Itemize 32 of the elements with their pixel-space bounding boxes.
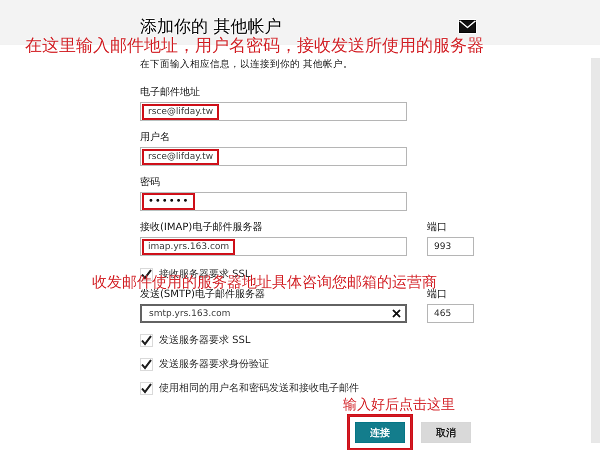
checkbox[interactable] [140, 382, 153, 394]
field-label: 发送(SMTP)电子邮件服务器 [140, 288, 266, 302]
highlighted-value: rsce@lifday.tw [142, 104, 220, 120]
checkbox[interactable] [140, 334, 153, 346]
port-field[interactable]: 993 [427, 237, 474, 256]
text-field[interactable]: rsce@lifday.tw [140, 102, 407, 121]
port-label: 端口 [427, 221, 448, 235]
text-field[interactable]: •••••• [140, 192, 407, 211]
port-label: 端口 [427, 288, 448, 302]
highlighted-value: •••••• [142, 193, 196, 210]
connect-button[interactable]: 连接 [355, 422, 405, 443]
mail-icon [459, 20, 476, 33]
annotation-text: 输入好后点击这里 [343, 398, 455, 412]
field-label: 用户名 [140, 131, 171, 145]
port-field[interactable]: 465 [427, 304, 474, 323]
checkbox-label: 发送服务器要求身份验证 [159, 358, 269, 371]
field-label: 电子邮件地址 [140, 86, 201, 100]
cancel-button[interactable]: 取消 [421, 422, 471, 443]
text-field[interactable]: smtp.yrs.163.com [140, 304, 407, 323]
field-value: smtp.yrs.163.com [148, 308, 232, 320]
highlighted-value: rsce@lifday.tw [142, 148, 220, 164]
highlighted-value: imap.yrs.163.com [142, 238, 236, 254]
page-title: 添加你的 其他帐户 [140, 17, 282, 37]
annotation-text: 在这里输入邮件地址，用户名密码，接收发送所使用的服务器 [25, 38, 484, 55]
description-text: 在下面输入相应信息，以连接到你的 其他帐户。 [140, 58, 354, 71]
checkbox-label: 发送服务器要求 SSL [159, 334, 250, 347]
field-label: 接收(IMAP)电子邮件服务器 [140, 221, 264, 235]
field-label: 密码 [140, 176, 161, 190]
checkbox-label: 使用相同的用户名和密码发送和接收电子邮件 [159, 382, 359, 395]
text-field[interactable]: imap.yrs.163.com [140, 237, 407, 256]
checkbox[interactable] [140, 358, 153, 370]
text-field[interactable]: rsce@lifday.tw [140, 147, 407, 166]
